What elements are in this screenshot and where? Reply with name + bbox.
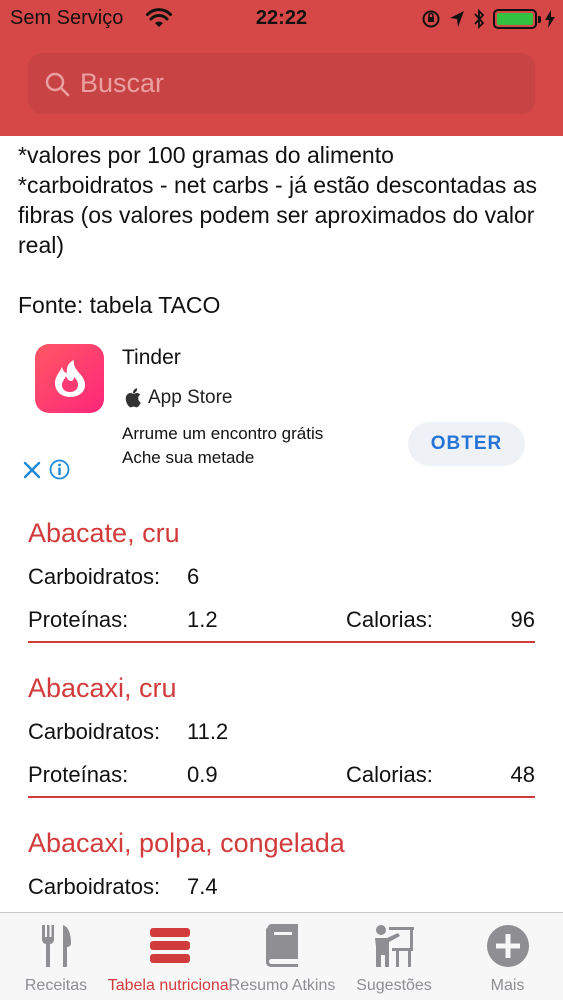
protein-label: Proteínas: <box>28 607 129 632</box>
carbs-label: Carboidratos: <box>28 719 161 744</box>
status-icons <box>421 6 555 32</box>
ad-app-name: Tinder <box>122 346 181 369</box>
close-icon[interactable] <box>23 461 41 479</box>
location-icon <box>450 11 464 27</box>
bluetooth-icon <box>474 9 485 29</box>
calories-value: 48 <box>510 762 535 787</box>
tab-mais[interactable]: Mais <box>452 913 563 1000</box>
info-text: *valores por 100 gramas do alimento *car… <box>18 140 558 260</box>
tinder-app-icon[interactable] <box>35 344 104 413</box>
list-bars-icon <box>150 928 190 963</box>
ad-get-button[interactable]: OBTER <box>408 422 525 466</box>
calories-value: 96 <box>510 607 535 632</box>
battery-icon <box>493 9 541 29</box>
ad-description: Arrume um encontro grátis Ache sua metad… <box>122 422 323 470</box>
tab-label: Receitas <box>24 977 88 994</box>
presenter-icon <box>375 925 414 967</box>
charging-icon <box>545 10 555 28</box>
tab-bar: Receitas Tabela nutricional Resumo Atkin… <box>0 912 563 1000</box>
food-item[interactable]: Abacate, cru Carboidratos: 6 Proteínas: … <box>28 510 535 643</box>
orientation-lock-icon <box>422 10 440 28</box>
protein-value: 0.9 <box>187 762 218 787</box>
status-bar: Sem Serviço 22:22 <box>0 0 563 38</box>
fork-knife-icon <box>42 925 71 967</box>
plus-circle-icon <box>486 925 529 967</box>
ad-line: Arrume um encontro grátis <box>122 424 324 443</box>
ad-store-label: App Store <box>148 387 233 408</box>
protein-value: 1.2 <box>187 607 218 632</box>
ad-banner[interactable]: Tinder App Store Arrume um encontro grát… <box>0 330 563 500</box>
carbs-label: Carboidratos: <box>28 874 161 899</box>
source-label: Fonte: tabela TACO <box>18 292 221 318</box>
search-icon <box>45 72 70 97</box>
tab-label: Sugestões <box>356 977 432 994</box>
carbs-value: 7.4 <box>187 874 218 899</box>
protein-label: Proteínas: <box>28 762 129 787</box>
food-item[interactable]: Abacaxi, cru Carboidratos: 11.2 Proteína… <box>28 665 535 798</box>
book-icon <box>266 924 298 967</box>
apple-icon <box>125 388 141 408</box>
food-name: Abacate, cru <box>28 518 180 548</box>
carbs-label: Carboidratos: <box>28 564 161 589</box>
tab-sugestoes[interactable]: Sugestões <box>336 913 452 1000</box>
flame-icon <box>54 359 85 397</box>
header: Sem Serviço 22:22 <box>0 0 563 136</box>
info-icon[interactable] <box>49 459 70 480</box>
tab-label: Mais <box>490 977 525 994</box>
food-name: Abacaxi, polpa, congelada <box>28 828 345 858</box>
tab-tabela-nutricional[interactable]: Tabela nutricional <box>108 913 232 1000</box>
carbs-value: 6 <box>187 564 200 589</box>
tab-resumo-atkins[interactable]: Resumo Atkins <box>228 913 336 1000</box>
tab-label: Resumo Atkins <box>228 977 336 994</box>
food-name: Abacaxi, cru <box>28 673 177 703</box>
ad-line: Ache sua metade <box>122 448 255 467</box>
carbs-value: 11.2 <box>187 719 229 744</box>
search-input[interactable] <box>28 53 535 114</box>
calories-label: Calorias: <box>346 762 433 787</box>
separator <box>28 641 535 643</box>
info-line: *valores por 100 gramas do alimento <box>18 142 394 168</box>
tab-receitas[interactable]: Receitas <box>0 913 112 1000</box>
ad-store-badge: App Store <box>124 387 233 409</box>
search-bar[interactable] <box>28 53 535 114</box>
calories-label: Calorias: <box>346 607 433 632</box>
separator <box>28 796 535 798</box>
tab-label: Tabela nutricional <box>107 977 233 994</box>
info-line: *carboidratos - net carbs - já estão des… <box>18 172 538 258</box>
